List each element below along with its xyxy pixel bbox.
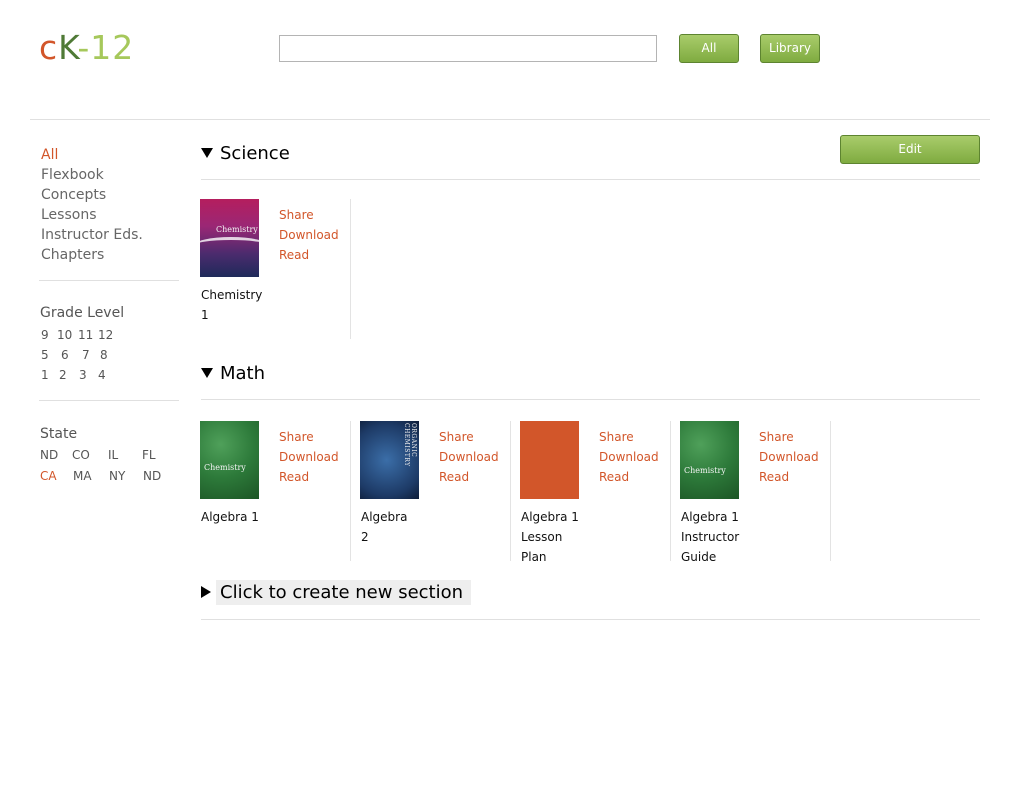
cover-title: Chemistry [216,225,258,234]
cover-title: Chemistry [684,466,726,475]
type-filter-list: All Flexbook Concepts Lessons Instructor… [41,145,143,265]
grade-option[interactable]: 4 [98,368,106,382]
book-card: Chemistry Share Download Read Algebra 1 [200,421,351,561]
state-heading: State [40,426,78,442]
logo-c: c [39,28,59,67]
section-title: Science [220,143,290,164]
search-all-button[interactable]: All [679,34,739,63]
card-actions: Share Download Read [279,205,339,265]
grade-option[interactable]: 5 [41,348,49,362]
filter-instructor-eds[interactable]: Instructor Eds. [41,225,143,245]
book-title[interactable]: Algebra 2 [361,507,417,547]
book-title[interactable]: Algebra 1 Instructor Guide [681,507,749,567]
share-link[interactable]: Share [279,427,339,447]
card-actions: Share Download Read [759,427,819,487]
share-link[interactable]: Share [279,205,339,225]
filter-chapters[interactable]: Chapters [41,245,143,265]
book-card: Chemistry Share Download Read Chemistry … [200,199,351,339]
triangle-right-icon [201,586,211,598]
book-cover[interactable]: ORGANIC CHEMISTRY [360,421,419,499]
state-option[interactable]: ND [143,469,161,483]
state-option[interactable]: ND [40,448,58,462]
card-actions: Share Download Read [599,427,659,487]
ck12-logo[interactable]: cK-12 [39,28,134,68]
grade-option[interactable]: 11 [78,328,93,342]
book-title[interactable]: Chemistry 1 [201,285,267,325]
grade-level-heading: Grade Level [40,305,125,321]
sidebar-divider [39,280,179,281]
book-title[interactable]: Algebra 1 Lesson Plan [521,507,587,567]
section-divider [201,179,980,180]
create-section-label[interactable]: Click to create new section [216,580,472,605]
share-link[interactable]: Share [599,427,659,447]
logo-k: K [58,28,78,67]
share-link[interactable]: Share [439,427,499,447]
grade-option[interactable]: 3 [79,368,87,382]
download-link[interactable]: Download [279,447,339,467]
read-link[interactable]: Read [279,467,339,487]
cover-swoosh [200,237,259,254]
search-input[interactable] [279,35,657,62]
state-option[interactable]: FL [142,448,156,462]
download-link[interactable]: Download [759,447,819,467]
download-link[interactable]: Download [599,447,659,467]
filter-concepts[interactable]: Concepts [41,185,143,205]
grade-option[interactable]: 10 [57,328,72,342]
create-section-toggle[interactable]: Click to create new section [201,580,472,605]
book-card: ORGANIC CHEMISTRY Share Download Read Al… [360,421,511,561]
state-option[interactable]: CA [40,469,57,483]
book-card: Chemistry Share Download Read Algebra 1 … [680,421,831,564]
read-link[interactable]: Read [439,467,499,487]
header-divider [30,119,990,120]
grade-option[interactable]: 9 [41,328,49,342]
book-title[interactable]: Algebra 1 [201,507,271,527]
cover-title: Chemistry [204,463,246,472]
edit-button[interactable]: Edit [840,135,980,164]
grade-option[interactable]: 7 [82,348,90,362]
read-link[interactable]: Read [599,467,659,487]
download-link[interactable]: Download [279,225,339,245]
cover-title: ORGANIC CHEMISTRY [403,423,417,467]
grade-option[interactable]: 2 [59,368,67,382]
section-title: Math [220,363,266,384]
card-actions: Share Download Read [279,427,339,487]
grade-option[interactable]: 8 [100,348,108,362]
section-divider [201,399,980,400]
triangle-down-icon [201,368,213,378]
state-option[interactable]: NY [109,469,125,483]
read-link[interactable]: Read [279,245,339,265]
grade-option[interactable]: 6 [61,348,69,362]
grade-option[interactable]: 1 [41,368,49,382]
state-option[interactable]: CO [72,448,90,462]
logo-rest: -12 [77,28,135,67]
state-option[interactable]: MA [73,469,92,483]
sidebar-divider [39,400,179,401]
book-card: Share Download Read Algebra 1 Lesson Pla… [520,421,671,564]
section-divider [201,619,980,620]
filter-flexbook[interactable]: Flexbook [41,165,143,185]
section-science-toggle[interactable]: Science [201,143,290,165]
card-actions: Share Download Read [439,427,499,487]
download-link[interactable]: Download [439,447,499,467]
grade-option[interactable]: 12 [98,328,113,342]
share-link[interactable]: Share [759,427,819,447]
triangle-down-icon [201,148,213,158]
book-cover[interactable]: Chemistry [200,199,259,277]
filter-lessons[interactable]: Lessons [41,205,143,225]
book-cover[interactable] [520,421,579,499]
filter-all[interactable]: All [41,145,143,165]
section-math-toggle[interactable]: Math [201,363,265,385]
book-cover[interactable]: Chemistry [680,421,739,499]
read-link[interactable]: Read [759,467,819,487]
book-cover[interactable]: Chemistry [200,421,259,499]
state-option[interactable]: IL [108,448,118,462]
search-library-button[interactable]: Library [760,34,820,63]
